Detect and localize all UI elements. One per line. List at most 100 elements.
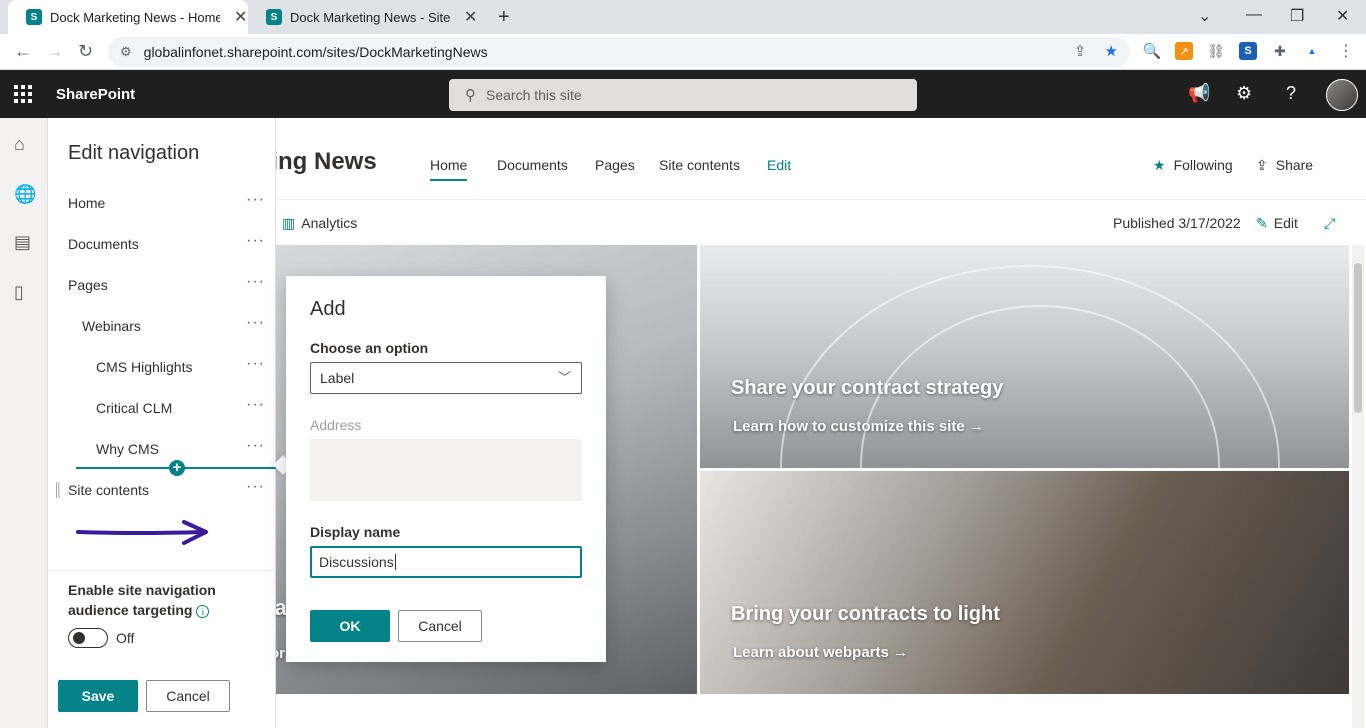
following-label: Following <box>1173 157 1233 173</box>
bookmark-star-icon[interactable]: ★ <box>1105 43 1118 60</box>
info-icon[interactable]: i <box>196 604 210 618</box>
edit-label: Edit <box>1273 215 1298 231</box>
share-label: Share <box>1275 157 1314 173</box>
site-info-icon[interactable]: ⚙ <box>120 44 132 60</box>
extension-dock-icon[interactable]: ▲ <box>1303 42 1321 60</box>
add-link-dialog: Add Choose an option Label ﹀ Address Dis… <box>286 276 606 662</box>
more-options-icon[interactable]: ··· <box>246 273 265 291</box>
browser-tab-site-page[interactable]: S Dock Marketing News - Site Page ✕ <box>248 0 488 34</box>
hero-tile-link[interactable]: Learn how to customize this site → <box>733 418 984 435</box>
panel-divider <box>48 570 276 571</box>
extension-chart-icon[interactable]: ↗ <box>1175 42 1193 60</box>
minimize-icon[interactable]: — <box>1246 6 1262 24</box>
hero-tile-contract-strategy[interactable]: Share your contract strategy Learn how t… <box>700 245 1349 468</box>
browser-toolbar: ← → ↻ ⚙ globalinfonet.sharepoint.com/sit… <box>0 34 1366 70</box>
audience-targeting-text: Enable site navigation audience targetin… <box>68 582 216 618</box>
page-scrollbar[interactable] <box>1352 245 1364 728</box>
expand-icon[interactable]: ⤢ <box>1324 215 1335 232</box>
dropdown-value: Label <box>320 370 355 386</box>
edit-navigation-panel: Edit navigation Home ··· Documents ··· P… <box>48 118 276 728</box>
megaphone-icon[interactable]: 📢 <box>1188 83 1210 104</box>
more-options-icon[interactable]: ··· <box>246 355 265 373</box>
user-avatar[interactable] <box>1326 79 1358 111</box>
restore-icon[interactable]: ❐ <box>1290 6 1304 26</box>
search-placeholder: Search this site <box>486 87 582 103</box>
forward-icon[interactable]: → <box>46 41 64 62</box>
topnav-documents[interactable]: Documents <box>497 157 568 173</box>
nav-link-home[interactable]: Home ··· <box>48 191 276 236</box>
nav-link-critical-clm[interactable]: Critical CLM ··· <box>48 396 276 441</box>
tab-search-chevron-icon[interactable]: ⌄ <box>1198 6 1211 26</box>
address-bar[interactable]: ⚙ globalinfonet.sharepoint.com/sites/Doc… <box>108 37 1130 67</box>
hero-tile-link[interactable]: Learn about webparts → <box>733 644 908 661</box>
add-link-plus-icon[interactable]: + <box>169 460 185 476</box>
sharepoint-favicon-icon: S <box>266 9 282 25</box>
nav-link-cms-highlights[interactable]: CMS Highlights ··· <box>48 355 276 400</box>
tab-title: Dock Marketing News - Site Page <box>290 9 450 25</box>
hero-tile-heading: Bring your contracts to light <box>731 603 1000 625</box>
settings-gear-icon[interactable]: ⚙ <box>1236 83 1252 104</box>
extension-link-icon[interactable]: ⛓ <box>1207 42 1225 60</box>
ok-button[interactable]: OK <box>310 610 390 642</box>
nav-link-why-cms[interactable]: Why CMS ··· <box>48 437 276 482</box>
hero-main-link[interactable]: or <box>276 645 285 662</box>
browser-tab-home[interactable]: S Dock Marketing News - Home ✕ <box>8 0 248 34</box>
globe-icon[interactable]: 🌐 <box>14 184 36 205</box>
edit-navigation-title: Edit navigation <box>68 142 200 164</box>
suite-bar: SharePoint ⚲ Search this site 📢 ⚙ ? <box>0 70 1366 118</box>
topnav-edit[interactable]: Edit <box>767 157 791 173</box>
more-options-icon[interactable]: ··· <box>246 232 265 250</box>
more-options-icon[interactable]: ··· <box>246 396 265 414</box>
more-options-icon[interactable]: ··· <box>246 314 265 332</box>
audience-targeting-toggle[interactable] <box>68 628 108 648</box>
close-tab-icon[interactable]: ✕ <box>464 7 477 27</box>
more-options-icon[interactable]: ··· <box>246 437 265 455</box>
more-options-icon[interactable]: ··· <box>246 478 265 496</box>
zoom-icon[interactable]: 🔍 <box>1143 42 1162 60</box>
browser-menu-icon[interactable]: ⋮ <box>1337 42 1355 60</box>
home-icon[interactable]: ⌂ <box>14 134 25 155</box>
nav-link-label: Documents <box>68 236 139 252</box>
share-icon: ⇪ <box>1256 157 1268 173</box>
chevron-down-icon: ﹀ <box>557 370 571 385</box>
sharepoint-brand[interactable]: SharePoint <box>56 86 135 103</box>
save-button[interactable]: Save <box>58 680 138 712</box>
reload-icon[interactable]: ↻ <box>78 41 93 62</box>
app-launcher-icon[interactable] <box>14 85 32 103</box>
nav-link-webinars[interactable]: Webinars ··· <box>48 314 276 359</box>
display-name-input[interactable]: Discussions <box>310 546 582 578</box>
topnav-home[interactable]: Home <box>430 157 468 181</box>
topnav-site-contents[interactable]: Site contents <box>659 157 740 173</box>
edit-page-button[interactable]: ✎ Edit <box>1256 215 1298 232</box>
following-button[interactable]: ★ Following <box>1153 157 1233 174</box>
sharepoint-favicon-icon: S <box>26 9 42 25</box>
nav-link-documents[interactable]: Documents ··· <box>48 232 276 277</box>
dialog-cancel-button[interactable]: Cancel <box>398 610 482 642</box>
site-search-box[interactable]: ⚲ Search this site <box>449 79 917 111</box>
nav-link-label: Home <box>68 195 106 211</box>
new-tab-icon[interactable]: + <box>498 6 510 29</box>
scrollbar-thumb[interactable] <box>1354 263 1362 413</box>
hero-tile-contracts-light[interactable]: Bring your contracts to light Learn abou… <box>700 471 1349 694</box>
more-options-icon[interactable]: ··· <box>246 191 265 209</box>
nav-link-pages[interactable]: Pages ··· <box>48 273 276 318</box>
share-button[interactable]: ⇪ Share <box>1256 157 1313 174</box>
extensions-puzzle-icon[interactable]: ✚ <box>1271 42 1289 60</box>
help-icon[interactable]: ? <box>1286 83 1296 104</box>
display-name-label: Display name <box>310 524 401 540</box>
document-icon[interactable]: ▯ <box>14 282 24 303</box>
cancel-button[interactable]: Cancel <box>146 680 230 712</box>
analytics-button[interactable]: ▥ Analytics <box>282 215 357 232</box>
news-icon[interactable]: ▤ <box>14 232 31 253</box>
topnav-pages[interactable]: Pages <box>595 157 635 173</box>
published-status: Published 3/17/2022 <box>1113 215 1241 231</box>
extension-s-icon[interactable]: S <box>1239 42 1257 60</box>
share-page-icon[interactable]: ⇪ <box>1074 43 1087 60</box>
close-window-icon[interactable]: ✕ <box>1336 6 1349 26</box>
choose-option-dropdown[interactable]: Label ﹀ <box>310 362 582 394</box>
close-tab-icon[interactable]: ✕ <box>234 7 247 27</box>
nav-link-label: Critical CLM <box>96 400 173 416</box>
back-icon[interactable]: ← <box>14 41 32 62</box>
browser-tab-bar: S Dock Marketing News - Home ✕ S Dock Ma… <box>0 0 1366 34</box>
address-field[interactable] <box>310 439 582 501</box>
